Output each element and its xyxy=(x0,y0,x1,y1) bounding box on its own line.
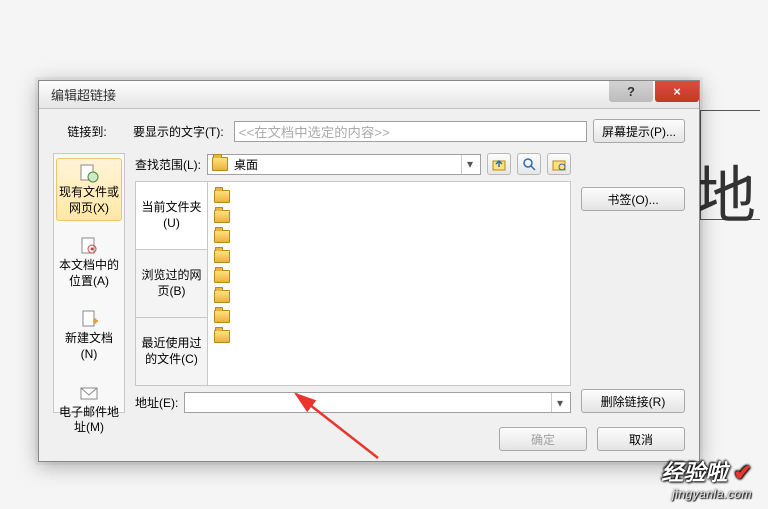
folder-icon xyxy=(212,157,228,171)
list-item[interactable] xyxy=(214,326,564,346)
browse-file-button[interactable] xyxy=(547,153,571,175)
browse-tabs: 当前文件夹(U) 浏览过的网页(B) 最近使用过的文件(C) xyxy=(135,181,207,386)
tab-recent-files[interactable]: 最近使用过的文件(C) xyxy=(135,318,207,386)
tab-browsed-pages[interactable]: 浏览过的网页(B) xyxy=(135,250,207,318)
globe-page-icon xyxy=(79,163,99,183)
list-item[interactable] xyxy=(214,226,564,246)
chevron-down-icon[interactable]: ▾ xyxy=(551,393,568,412)
watermark: 经验啦 ✔ jingyanla.com xyxy=(661,455,752,501)
new-document-icon xyxy=(79,309,99,329)
lookup-value: 桌面 xyxy=(234,156,258,173)
folder-icon xyxy=(214,330,230,343)
titlebar: 编辑超链接 ? × xyxy=(39,81,699,109)
link-to-panel: 现有文件或网页(X) 本文档中的位置(A) xyxy=(53,153,125,413)
help-button[interactable]: ? xyxy=(609,81,653,102)
list-item[interactable] xyxy=(214,186,564,206)
list-item[interactable] xyxy=(214,306,564,326)
address-label: 地址(E): xyxy=(135,394,178,411)
folder-icon xyxy=(214,270,230,283)
folder-icon xyxy=(214,250,230,263)
envelope-icon xyxy=(79,383,99,403)
display-text-label: 要显示的文字(T): xyxy=(133,123,224,140)
folder-icon xyxy=(214,290,230,303)
ok-button[interactable]: 确定 xyxy=(499,427,587,451)
display-text-input[interactable] xyxy=(234,121,587,142)
lookup-combo[interactable]: 桌面 ▾ xyxy=(207,154,481,175)
watermark-text: 经验啦 xyxy=(661,460,727,485)
document-target-icon xyxy=(79,236,99,256)
background-text: 地 xyxy=(694,145,756,235)
linkto-this-document[interactable]: 本文档中的位置(A) xyxy=(56,231,122,294)
linkto-new-document[interactable]: 新建文档(N) xyxy=(56,304,122,367)
remove-link-button[interactable]: 删除链接(R) xyxy=(581,389,685,413)
cancel-button[interactable]: 取消 xyxy=(597,427,685,451)
file-list[interactable] xyxy=(207,181,571,386)
linkto-existing-file[interactable]: 现有文件或网页(X) xyxy=(56,158,122,221)
link-to-label: 链接到: xyxy=(53,123,121,140)
list-item[interactable] xyxy=(214,206,564,226)
screentip-button[interactable]: 屏幕提示(P)... xyxy=(593,119,685,143)
address-combo[interactable]: ▾ xyxy=(184,392,571,413)
linkto-item-label: 本文档中的位置(A) xyxy=(59,258,119,289)
linkto-item-label: 新建文档(N) xyxy=(59,331,119,362)
bookmark-button[interactable]: 书签(O)... xyxy=(581,187,685,211)
chevron-down-icon[interactable]: ▾ xyxy=(461,155,478,174)
folder-icon xyxy=(214,210,230,223)
close-button[interactable]: × xyxy=(655,81,699,102)
tab-current-folder[interactable]: 当前文件夹(U) xyxy=(135,181,207,250)
linkto-item-label: 现有文件或网页(X) xyxy=(59,185,119,216)
edit-hyperlink-dialog: 编辑超链接 ? × 链接到: 要显示的文字(T): 屏幕提示(P)... xyxy=(38,80,700,462)
check-icon: ✔ xyxy=(734,460,752,485)
browse-web-button[interactable] xyxy=(517,153,541,175)
dialog-title: 编辑超链接 xyxy=(51,85,116,104)
watermark-url: jingyanla.com xyxy=(661,487,752,501)
list-item[interactable] xyxy=(214,286,564,306)
folder-icon xyxy=(214,230,230,243)
folder-icon xyxy=(214,190,230,203)
up-folder-button[interactable] xyxy=(487,153,511,175)
lookup-label: 查找范围(L): xyxy=(135,156,201,173)
list-item[interactable] xyxy=(214,266,564,286)
folder-icon xyxy=(214,310,230,323)
list-item[interactable] xyxy=(214,246,564,266)
